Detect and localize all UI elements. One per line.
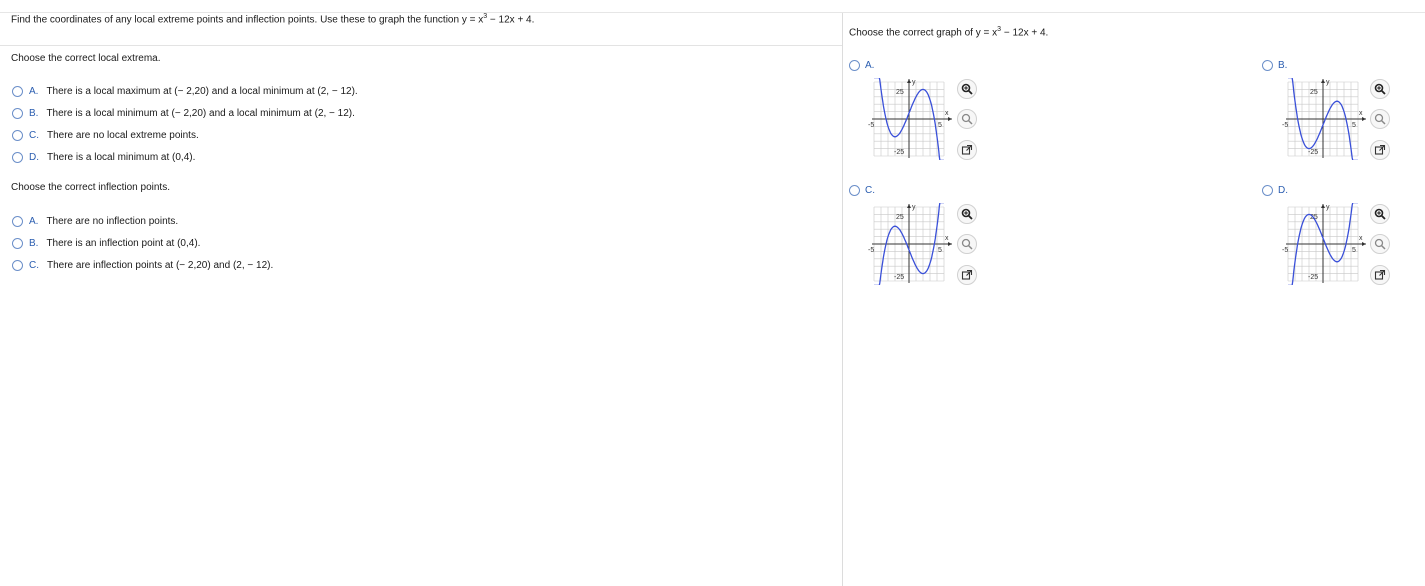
graph-thumbnail-d[interactable]: 25-25-5 5xy — [1280, 203, 1368, 285]
zoom-out-icon[interactable] — [1370, 234, 1390, 254]
radio-button[interactable] — [849, 60, 860, 71]
graph-thumbnail-b[interactable]: 25 -25 -5 5x y — [1280, 78, 1368, 160]
y-tick-label: 25 — [1310, 89, 1318, 96]
extrema-question: Choose the correct local extrema. — [11, 53, 161, 64]
x-axis-label: x — [1359, 110, 1363, 117]
inflection-option-b[interactable]: B. There is an inflection point at (0,4)… — [12, 238, 200, 249]
x-axis-label: x — [1359, 235, 1363, 242]
graph-option-a[interactable]: A. — [849, 60, 874, 71]
y-axis-label: y — [1326, 79, 1330, 86]
y-tick-label: -25 — [1308, 274, 1318, 281]
radio-button[interactable] — [12, 260, 23, 271]
x-axis-label: x — [945, 235, 949, 242]
zoom-in-icon[interactable] — [1370, 204, 1390, 224]
zoom-in-icon[interactable] — [1370, 79, 1390, 99]
x-tick-label: -5 — [868, 247, 874, 254]
extrema-option-b[interactable]: B. There is a local minimum at (− 2,20) … — [12, 108, 355, 119]
y-tick-label: -25 — [894, 274, 904, 281]
y-tick-label: 25 — [896, 89, 904, 96]
graph-option-d[interactable]: D. — [1262, 185, 1288, 196]
problem-prompt: Find the coordinates of any local extrem… — [11, 13, 535, 26]
open-new-window-icon[interactable] — [957, 265, 977, 285]
graph-option-b[interactable]: B. — [1262, 60, 1287, 71]
open-new-window-icon[interactable] — [1370, 265, 1390, 285]
y-axis-arrow — [907, 204, 911, 208]
graph-thumbnail-a[interactable]: 25 -25 -5 5x y — [866, 78, 954, 160]
y-tick-label: -25 — [1308, 149, 1318, 156]
y-axis-label: y — [912, 79, 916, 86]
x-axis-arrow — [1362, 242, 1366, 246]
graph-option-c[interactable]: C. — [849, 185, 875, 196]
radio-button[interactable] — [12, 238, 23, 249]
y-tick-label: 25 — [896, 214, 904, 221]
inflection-option-a[interactable]: A. There are no inflection points. — [12, 216, 178, 227]
zoom-out-icon[interactable] — [1370, 109, 1390, 129]
x-tick-label: 5 — [1352, 247, 1356, 254]
inflection-option-c[interactable]: C. There are inflection points at (− 2,2… — [12, 260, 273, 271]
x-tick-label: 5 — [938, 247, 942, 254]
x-axis-label: x — [945, 110, 949, 117]
open-new-window-icon[interactable] — [1370, 140, 1390, 160]
radio-button[interactable] — [12, 152, 23, 163]
zoom-out-icon[interactable] — [957, 109, 977, 129]
x-tick-label: -5 — [868, 122, 874, 129]
x-tick-label: 5 — [938, 122, 942, 129]
x-axis-arrow — [948, 242, 952, 246]
zoom-in-icon[interactable] — [957, 204, 977, 224]
extrema-option-a[interactable]: A. There is a local maximum at (− 2,20) … — [12, 86, 358, 97]
x-tick-label: -5 — [1282, 247, 1288, 254]
zoom-in-icon[interactable] — [957, 79, 977, 99]
prompt-divider — [0, 45, 842, 46]
x-tick-label: -5 — [1282, 122, 1288, 129]
y-axis-arrow — [1321, 204, 1325, 208]
radio-button[interactable] — [849, 185, 860, 196]
x-tick-label: 5 — [1352, 122, 1356, 129]
graph-question-prompt: Choose the correct graph of y = x3 − 12x… — [849, 26, 1049, 39]
graph-thumbnail-c[interactable]: 25 -25 -5 5x y — [866, 203, 954, 285]
y-axis-label: y — [912, 204, 916, 211]
y-axis-arrow — [1321, 79, 1325, 83]
radio-button[interactable] — [12, 216, 23, 227]
radio-button[interactable] — [12, 86, 23, 97]
zoom-out-icon[interactable] — [957, 234, 977, 254]
inflection-question: Choose the correct inflection points. — [11, 182, 170, 193]
y-axis-label: y — [1326, 204, 1330, 211]
open-new-window-icon[interactable] — [957, 140, 977, 160]
extrema-option-c[interactable]: C. There are no local extreme points. — [12, 130, 199, 141]
x-axis-arrow — [948, 117, 952, 121]
y-axis-arrow — [907, 79, 911, 83]
column-divider — [842, 13, 843, 586]
y-tick-label: -25 — [894, 149, 904, 156]
radio-button[interactable] — [12, 108, 23, 119]
radio-button[interactable] — [1262, 185, 1273, 196]
radio-button[interactable] — [1262, 60, 1273, 71]
radio-button[interactable] — [12, 130, 23, 141]
extrema-option-d[interactable]: D. There is a local minimum at (0,4). — [12, 152, 195, 163]
x-axis-arrow — [1362, 117, 1366, 121]
